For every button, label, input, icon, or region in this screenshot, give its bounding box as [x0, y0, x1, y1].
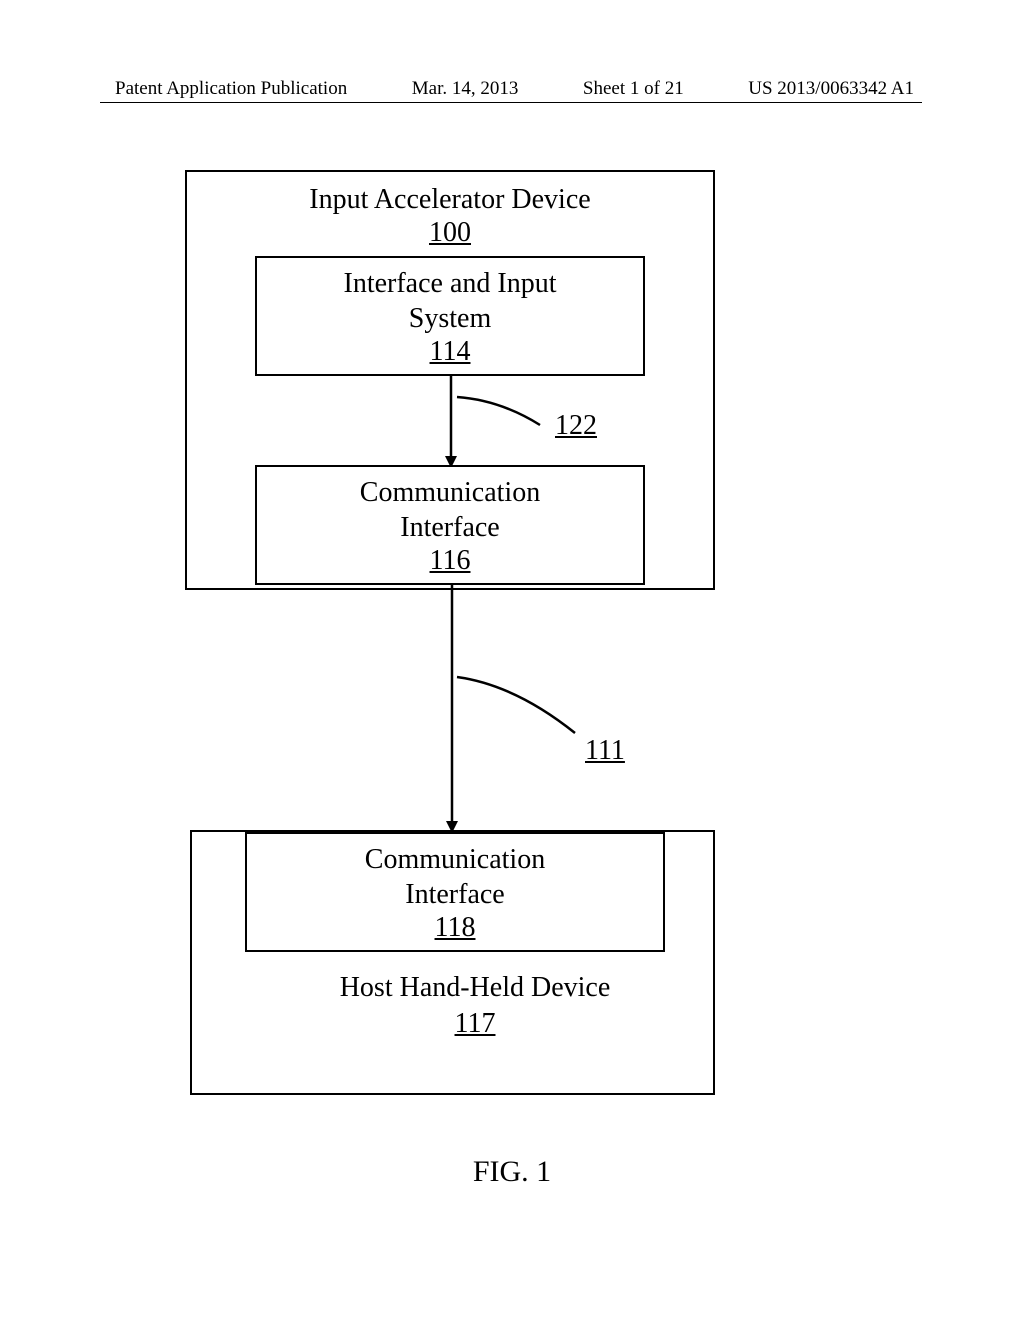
box-title: System: [409, 301, 491, 336]
publication-date: Mar. 14, 2013: [412, 78, 519, 100]
page-header: Patent Application Publication Mar. 14, …: [0, 78, 1024, 100]
reference-number: 114: [430, 336, 471, 368]
diagram-figure-1: Input Accelerator Device 100 Interface a…: [185, 170, 715, 1095]
box-title: Host Hand-Held Device: [275, 970, 675, 1006]
publication-label: Patent Application Publication: [115, 78, 347, 100]
box-title: Interface: [405, 877, 504, 912]
sheet-number: Sheet 1 of 21: [583, 78, 684, 100]
leader-line-111: [455, 675, 585, 745]
figure-label: FIG. 1: [0, 1155, 1024, 1189]
reference-number: 117: [455, 1006, 496, 1042]
box-communication-interface-116: Communication Interface 116: [255, 465, 645, 585]
box-interface-input-system: Interface and Input System 114: [255, 256, 645, 376]
reference-number: 116: [430, 545, 471, 577]
leader-line-122: [455, 395, 555, 435]
reference-number-111: 111: [585, 735, 625, 767]
box-communication-interface-118: Communication Interface 118: [245, 832, 665, 952]
box-title: Interface: [400, 510, 499, 545]
reference-number-122: 122: [555, 410, 597, 442]
box-title: Input Accelerator Device: [309, 182, 590, 217]
box-title: Communication: [360, 475, 540, 510]
publication-number: US 2013/0063342 A1: [748, 78, 914, 100]
reference-number: 118: [435, 912, 476, 944]
box-title: Interface and Input: [344, 266, 557, 301]
reference-number: 100: [429, 217, 471, 249]
box-title: Communication: [365, 842, 545, 877]
header-divider: [100, 102, 922, 103]
host-device-label: Host Hand-Held Device 117: [275, 970, 675, 1043]
